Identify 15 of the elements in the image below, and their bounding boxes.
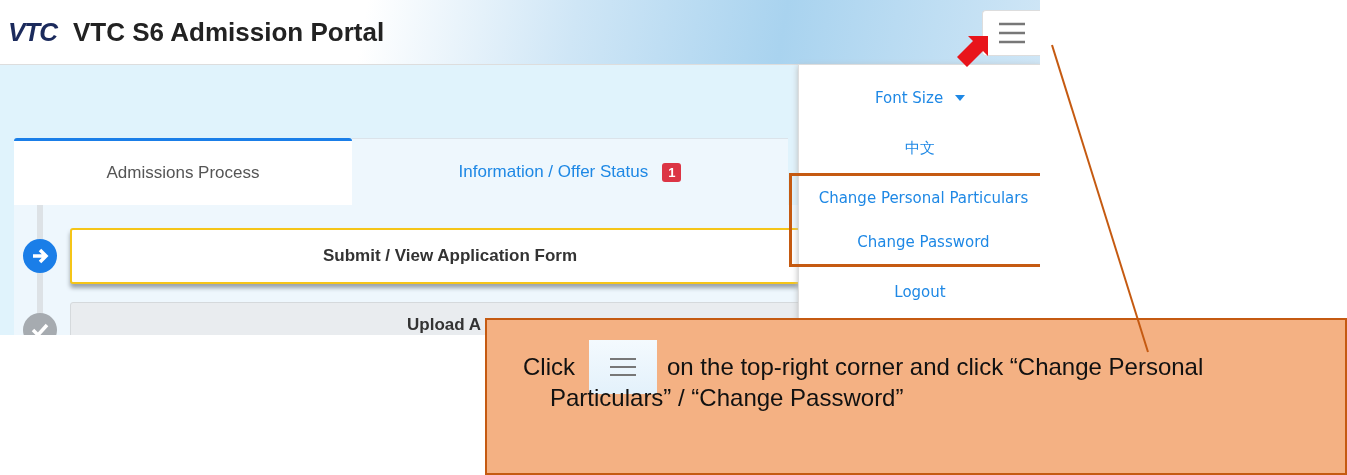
caret-icon: [955, 95, 966, 101]
callout-text: Particulars” / “Change Password”: [550, 384, 904, 411]
menu-item[interactable]: Change Personal Particulars: [792, 176, 1040, 220]
callout-text: on the top-right corner and click “Change Personal: [667, 353, 1204, 381]
callout-text: Click: [523, 353, 575, 381]
menu-item[interactable]: Font Size: [799, 73, 1040, 123]
menu-icon: [997, 22, 1026, 44]
count-badge: 1: [662, 162, 682, 182]
menu-item[interactable]: 中文: [799, 123, 1040, 173]
tab[interactable]: Admissions Process: [14, 138, 352, 205]
menu-button[interactable]: [982, 10, 1040, 56]
portal-title: VTC S6 Admission Portal: [73, 16, 385, 48]
logo: VTC: [8, 16, 57, 48]
tab[interactable]: Information / Offer Status 1: [352, 138, 788, 205]
arrow-circle-icon: [23, 239, 57, 273]
